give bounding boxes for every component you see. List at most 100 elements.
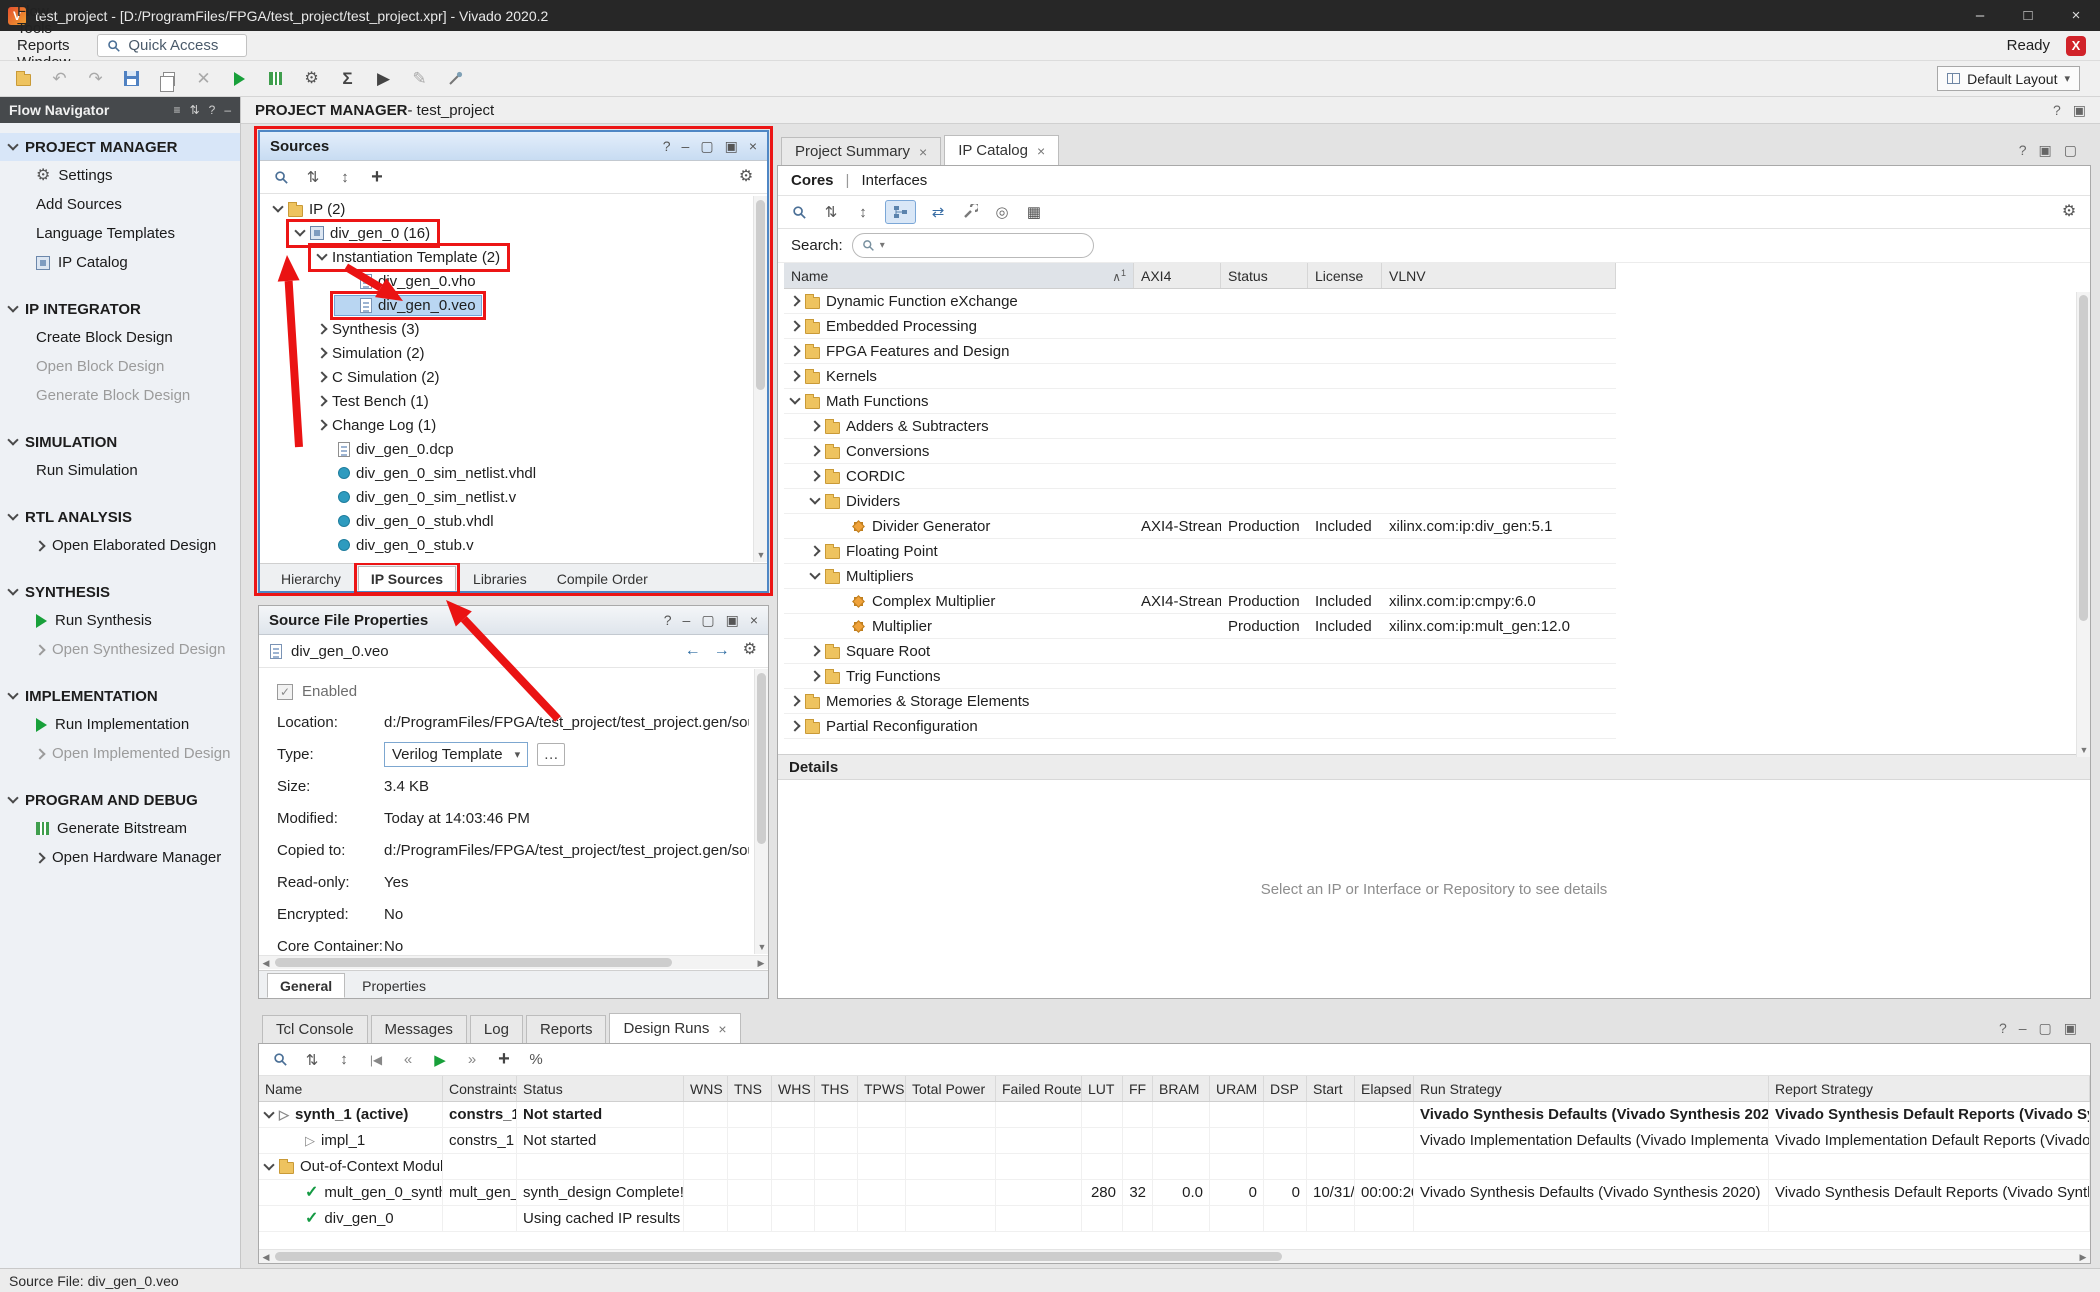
help-icon[interactable]: ? — [663, 138, 671, 155]
run-row-div-gen-0[interactable]: ✓div_gen_0Using cached IP results — [259, 1206, 2090, 1232]
flow-item-generate-block-design[interactable]: Generate Block Design — [0, 381, 240, 410]
sort-icon[interactable]: ⇅ — [190, 103, 200, 117]
redo-button[interactable]: ↷ — [80, 65, 111, 93]
runs-column-header-wns[interactable]: WNS — [684, 1076, 728, 1101]
menu-item-flow[interactable]: Flow — [6, 3, 81, 20]
chevron-right-icon[interactable] — [789, 695, 800, 706]
flow-section-header-simulation[interactable]: SIMULATION — [0, 428, 240, 456]
catalog-tab-project-summary[interactable]: Project Summary× — [781, 137, 941, 165]
step-forward-button[interactable]: » — [462, 1048, 482, 1072]
open-project-button[interactable] — [8, 65, 39, 93]
scroll-left-icon[interactable]: ◀ — [259, 1250, 273, 1264]
runs-column-header-uram[interactable]: URAM — [1210, 1076, 1264, 1101]
source-tree-item-div-gen-0-veo[interactable]: div_gen_0.veo — [260, 293, 767, 317]
source-tree-item-change-log-1[interactable]: Change Log (1) — [260, 413, 767, 437]
chevron-down-icon[interactable] — [7, 792, 18, 803]
scroll-right-icon[interactable]: ▶ — [754, 956, 768, 970]
flow-section-header-project-manager[interactable]: PROJECT MANAGER — [0, 133, 240, 161]
back-icon[interactable]: ← — [685, 642, 701, 660]
flow-item-run-simulation[interactable]: Run Simulation — [0, 456, 240, 485]
minimize-icon[interactable]: – — [224, 103, 231, 117]
source-tree-item-div-gen-0-sim-netlist-v[interactable]: div_gen_0_sim_netlist.v — [260, 485, 767, 509]
source-tree-item-div-gen-0-16[interactable]: div_gen_0 (16) — [260, 221, 767, 245]
chevron-down-icon[interactable] — [809, 493, 820, 504]
chevron-down-icon[interactable] — [7, 688, 18, 699]
run-row-impl-1[interactable]: ▷impl_1constrs_1Not startedVivado Implem… — [259, 1128, 2090, 1154]
scroll-right-icon[interactable]: ▶ — [2076, 1250, 2090, 1264]
float-icon[interactable]: ▣ — [725, 138, 738, 155]
undo-button[interactable]: ↶ — [44, 65, 75, 93]
menu-item-reports[interactable]: Reports — [6, 37, 81, 54]
float-icon[interactable]: ▣ — [2039, 142, 2052, 159]
flow-item-ip-catalog[interactable]: IP Catalog — [0, 248, 240, 277]
source-tree-item-simulation-2[interactable]: Simulation (2) — [260, 341, 767, 365]
flow-item-generate-bitstream[interactable]: Generate Bitstream — [0, 814, 240, 843]
flow-item-add-sources[interactable]: Add Sources — [0, 190, 240, 219]
catalog-row-square-root[interactable]: Square Root — [784, 639, 1616, 664]
chevron-down-icon[interactable] — [263, 1107, 274, 1118]
runs-column-header-report-strategy[interactable]: Report Strategy — [1769, 1076, 2090, 1101]
sources-tab-ip-sources[interactable]: IP Sources — [358, 566, 456, 591]
column-header-status[interactable]: Status — [1221, 263, 1308, 288]
subtab-cores[interactable]: Cores — [791, 172, 834, 189]
delete-button[interactable]: ✕ — [188, 65, 219, 93]
flow-item-open-implemented-design[interactable]: Open Implemented Design — [0, 739, 240, 768]
column-header-axi4[interactable]: AXI4 — [1134, 263, 1221, 288]
close-icon[interactable]: × — [749, 138, 757, 155]
close-icon[interactable]: × — [750, 612, 758, 629]
runs-horizontal-scrollbar[interactable]: ◀ ▶ — [259, 1249, 2090, 1263]
report-sum-button[interactable]: Σ — [332, 65, 363, 93]
subtab-interfaces[interactable]: Interfaces — [861, 172, 927, 189]
collapse-all-button[interactable]: ⇅ — [302, 1048, 322, 1072]
source-tree-item-div-gen-0-vho[interactable]: div_gen_0.vho — [260, 269, 767, 293]
runs-column-header-tns[interactable]: TNS — [728, 1076, 772, 1101]
settings-button[interactable]: ⚙ — [296, 65, 327, 93]
flow-item-open-elaborated-design[interactable]: Open Elaborated Design — [0, 531, 240, 560]
enabled-checkbox[interactable]: ✓ — [277, 684, 293, 700]
layout-select[interactable]: Default Layout ▾ — [1937, 66, 2080, 91]
sfp-horizontal-scrollbar[interactable]: ◀ ▶ — [259, 955, 768, 969]
flow-item-open-synthesized-design[interactable]: Open Synthesized Design — [0, 635, 240, 664]
runs-column-header-total-power[interactable]: Total Power — [906, 1076, 996, 1101]
runs-column-header-lut[interactable]: LUT — [1082, 1076, 1123, 1101]
close-window-button[interactable]: × — [2052, 0, 2100, 31]
catalog-row-cordic[interactable]: CORDIC — [784, 464, 1616, 489]
chevron-down-icon[interactable] — [7, 584, 18, 595]
chevron-down-icon[interactable] — [7, 509, 18, 520]
chevron-right-icon[interactable] — [316, 323, 327, 334]
run-button[interactable] — [224, 65, 255, 93]
chevron-right-icon[interactable] — [789, 720, 800, 731]
catalog-row-partial-reconfiguration[interactable]: Partial Reconfiguration — [784, 714, 1616, 739]
scroll-down-icon[interactable]: ▼ — [754, 548, 768, 562]
percent-button[interactable]: % — [526, 1048, 546, 1072]
catalog-row-divider-generator[interactable]: Divider GeneratorAXI4-StreamProductionIn… — [784, 514, 1616, 539]
chevron-right-icon[interactable] — [809, 545, 820, 556]
expand-all-button[interactable]: ↕ — [334, 1048, 354, 1072]
collapse-all-button[interactable]: ⇅ — [303, 165, 323, 189]
chevron-down-icon[interactable] — [263, 1159, 274, 1170]
help-icon[interactable]: ? — [664, 612, 672, 629]
close-tab-icon[interactable]: × — [1037, 143, 1045, 159]
run-row-mult-gen-0-synth-1[interactable]: ✓mult_gen_0_synth_1mult_gen_0synth_desig… — [259, 1180, 2090, 1206]
flow-item-run-synthesis[interactable]: Run Synthesis — [0, 606, 240, 635]
catalog-row-multipliers[interactable]: Multipliers — [784, 564, 1616, 589]
maximize-icon[interactable]: ▢ — [2064, 142, 2077, 159]
skip-to-start-button[interactable]: |◀ — [366, 1048, 386, 1072]
runs-column-header-ff[interactable]: FF — [1123, 1076, 1153, 1101]
type-select[interactable]: Verilog Template▾ — [384, 742, 528, 767]
source-tree-item-div-gen-0-sim-netlist-vhdl[interactable]: div_gen_0_sim_netlist.vhdl — [260, 461, 767, 485]
sfp-tab-general[interactable]: General — [267, 973, 345, 998]
source-tree-item-synthesis-3[interactable]: Synthesis (3) — [260, 317, 767, 341]
search-button[interactable] — [270, 1048, 290, 1072]
source-tree-item-div-gen-0-stub-v[interactable]: div_gen_0_stub.v — [260, 533, 767, 557]
runs-tab-reports[interactable]: Reports — [526, 1015, 607, 1043]
flow-item-settings[interactable]: ⚙Settings — [0, 161, 240, 190]
run-all-button[interactable] — [260, 65, 291, 93]
scroll-down-icon[interactable]: ▼ — [2077, 743, 2091, 757]
runs-column-header-dsp[interactable]: DSP — [1264, 1076, 1307, 1101]
flow-section-header-rtl-analysis[interactable]: RTL ANALYSIS — [0, 503, 240, 531]
edit-button[interactable]: ✎ — [404, 65, 435, 93]
runs-column-header-tpws[interactable]: TPWS — [858, 1076, 906, 1101]
sources-tab-compile-order[interactable]: Compile Order — [544, 566, 661, 591]
probe-button[interactable] — [440, 65, 471, 93]
